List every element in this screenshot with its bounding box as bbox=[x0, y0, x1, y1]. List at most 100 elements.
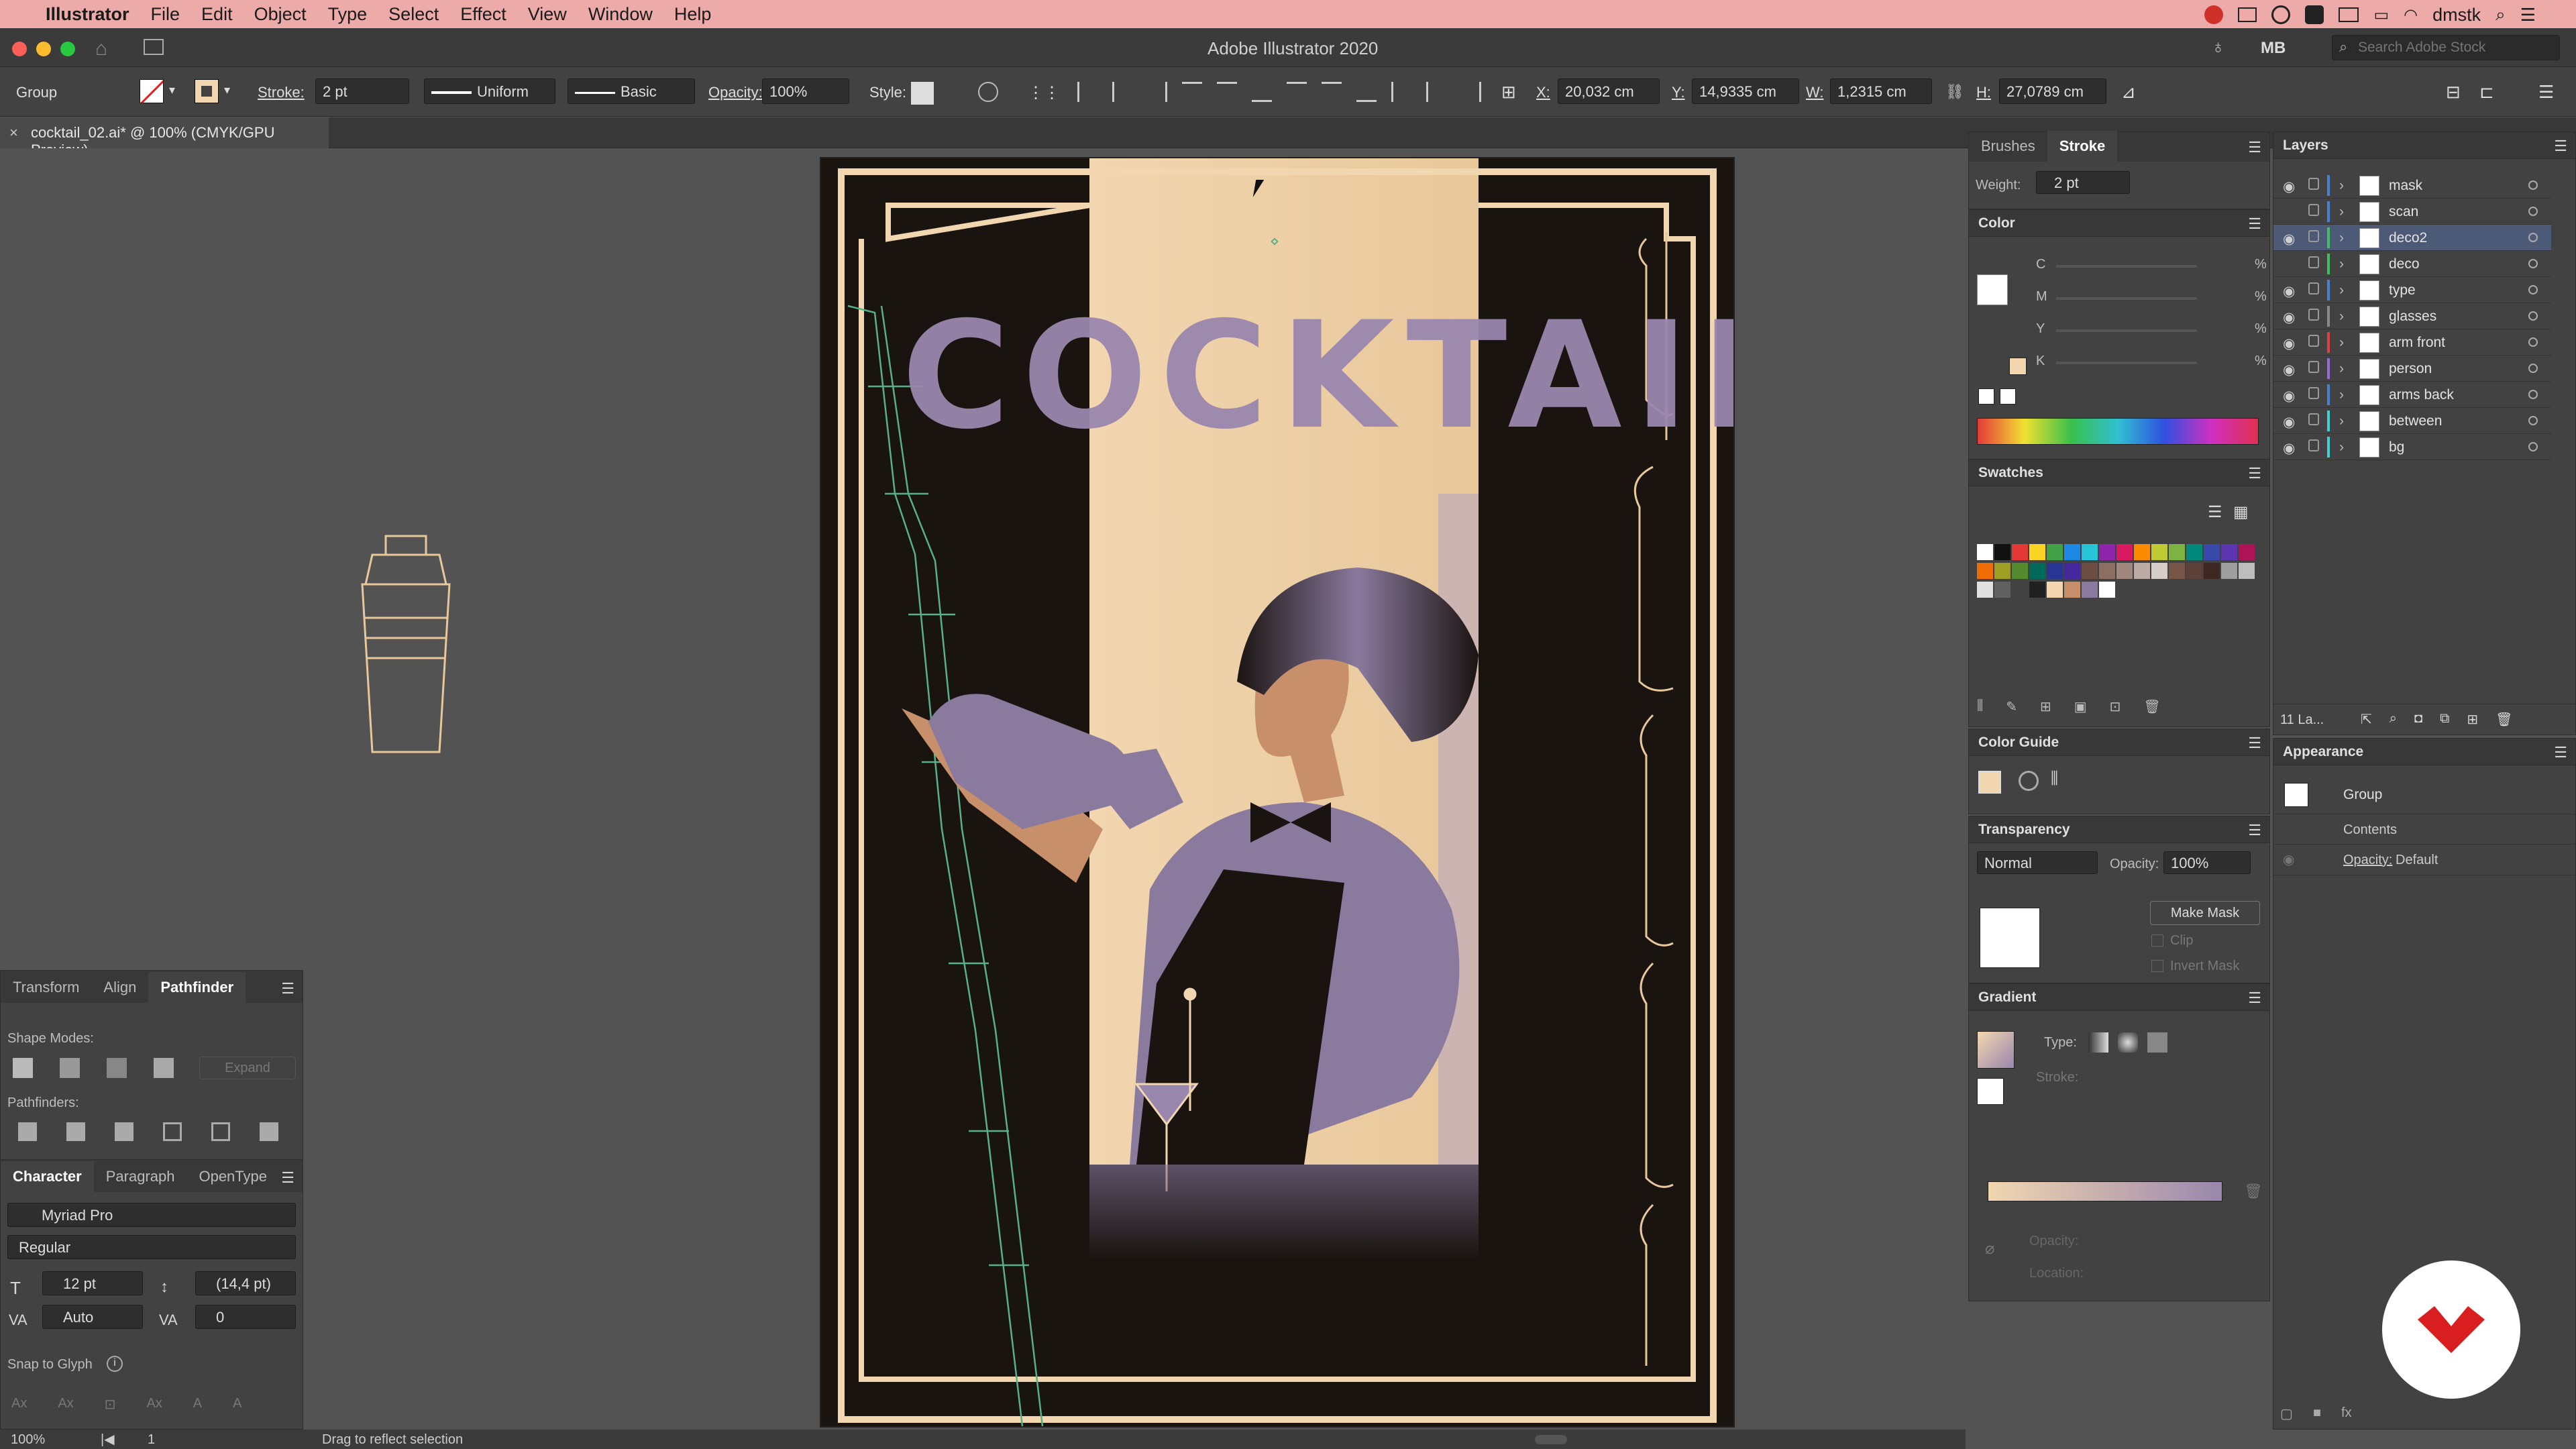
lock-icon[interactable] bbox=[2308, 178, 2319, 190]
swatch[interactable] bbox=[2169, 544, 2185, 560]
swatch[interactable] bbox=[2221, 563, 2237, 579]
lock-icon[interactable] bbox=[2308, 413, 2319, 425]
font-family-field[interactable]: Myriad Pro bbox=[7, 1203, 296, 1227]
stock-search-input[interactable] bbox=[2358, 38, 2553, 57]
snap-proximity-icon[interactable]: Ax bbox=[146, 1396, 162, 1413]
swatch[interactable] bbox=[2047, 544, 2063, 560]
tab-paragraph[interactable]: Paragraph bbox=[94, 1161, 187, 1192]
layer-row-bg[interactable]: ◉ › bg bbox=[2273, 434, 2551, 460]
close-window-icon[interactable] bbox=[12, 42, 27, 56]
layer-row-deco[interactable]: › deco bbox=[2273, 251, 2551, 277]
crop-icon[interactable] bbox=[163, 1122, 182, 1141]
swatch[interactable] bbox=[2082, 563, 2098, 579]
tab-brushes[interactable]: Brushes bbox=[1969, 131, 2047, 162]
swatch[interactable] bbox=[2064, 563, 2080, 579]
expand-arrow-icon[interactable]: › bbox=[2339, 309, 2344, 325]
expand-arrow-icon[interactable]: › bbox=[2339, 439, 2344, 455]
swatch[interactable] bbox=[2239, 563, 2255, 579]
workspace-switcher[interactable]: MB bbox=[2261, 39, 2286, 58]
radial-gradient-icon[interactable] bbox=[2118, 1032, 2138, 1053]
snap-xheight-icon[interactable]: Ax bbox=[58, 1396, 73, 1413]
swatch[interactable] bbox=[1994, 563, 2010, 579]
menu-file[interactable]: File bbox=[140, 4, 191, 25]
layer-row-type[interactable]: ◉ › type bbox=[2273, 277, 2551, 303]
eye-icon[interactable]: ◉ bbox=[2283, 231, 2300, 248]
target-icon[interactable] bbox=[2528, 233, 2538, 242]
align-right-icon[interactable] bbox=[1147, 82, 1167, 102]
swatch[interactable] bbox=[2064, 544, 2080, 560]
target-icon[interactable] bbox=[2528, 442, 2538, 451]
lock-icon[interactable] bbox=[2308, 282, 2319, 294]
tab-transform[interactable]: Transform bbox=[1, 972, 91, 1003]
eye-icon[interactable]: ◉ bbox=[2283, 388, 2300, 405]
swatch[interactable] bbox=[2116, 563, 2133, 579]
swatch[interactable] bbox=[2239, 544, 2255, 560]
target-icon[interactable] bbox=[2528, 337, 2538, 347]
layer-row-mask[interactable]: ◉ › mask bbox=[2273, 172, 2551, 199]
expand-arrow-icon[interactable]: › bbox=[2339, 204, 2344, 220]
trim-icon[interactable] bbox=[66, 1122, 85, 1141]
outline-icon[interactable] bbox=[211, 1122, 230, 1141]
align-top-icon[interactable] bbox=[1182, 82, 1202, 102]
layer-name[interactable]: person bbox=[2389, 361, 2432, 377]
lock-icon[interactable] bbox=[2308, 230, 2319, 242]
target-icon[interactable] bbox=[2528, 416, 2538, 425]
layer-name[interactable]: glasses bbox=[2389, 309, 2436, 325]
distribute-bottom-icon[interactable] bbox=[1356, 82, 1377, 102]
distribute-top-icon[interactable] bbox=[1287, 82, 1307, 102]
swatch[interactable] bbox=[2221, 544, 2237, 560]
stroke-swatch[interactable] bbox=[195, 79, 219, 103]
layer-name[interactable]: scan bbox=[2389, 204, 2418, 220]
layer-name[interactable]: arm front bbox=[2389, 335, 2445, 351]
lock-icon[interactable] bbox=[2308, 439, 2319, 451]
zoom-window-icon[interactable] bbox=[60, 42, 75, 56]
leading-field[interactable]: (14,4 pt) bbox=[195, 1271, 296, 1295]
distribute-middle-icon[interactable] bbox=[1322, 82, 1342, 102]
add-fill-icon[interactable]: ■ bbox=[2313, 1405, 2321, 1422]
lock-icon[interactable] bbox=[2308, 361, 2319, 373]
none-swatch[interactable] bbox=[1978, 388, 1994, 405]
add-effect-icon[interactable]: fx bbox=[2341, 1405, 2352, 1422]
swatch[interactable] bbox=[2099, 582, 2115, 598]
eye-icon[interactable]: ◉ bbox=[2283, 335, 2300, 352]
pasteboard-shaker-sketch[interactable] bbox=[349, 531, 463, 759]
isolate-group-icon[interactable]: ⊟ bbox=[2446, 82, 2461, 103]
control-menu-icon[interactable]: ☰ bbox=[2538, 82, 2554, 103]
intersect-icon[interactable] bbox=[107, 1058, 127, 1078]
k-slider[interactable] bbox=[2056, 362, 2197, 364]
w-field[interactable]: 1,2315 cm bbox=[1830, 78, 1932, 104]
character-menu-icon[interactable]: ☰ bbox=[281, 1169, 294, 1187]
x-field[interactable]: 20,032 cm bbox=[1558, 78, 1660, 104]
zoom-level[interactable]: 100% bbox=[11, 1432, 45, 1448]
tab-pathfinder[interactable]: Pathfinder bbox=[148, 972, 246, 1003]
clip-checkbox[interactable] bbox=[2151, 934, 2163, 947]
new-color-group-icon[interactable]: ▣ bbox=[2074, 698, 2087, 715]
menu-edit[interactable]: Edit bbox=[191, 4, 244, 25]
swatch[interactable] bbox=[2029, 544, 2045, 560]
constrain-proportions-icon[interactable]: ⛓ bbox=[1945, 83, 1964, 101]
brush-definition[interactable]: Basic bbox=[568, 78, 695, 104]
layer-name[interactable]: bg bbox=[2389, 439, 2404, 455]
snap-glyph-bounds-icon[interactable]: ⊡ bbox=[105, 1396, 116, 1413]
swatch[interactable] bbox=[2169, 563, 2185, 579]
lightbulb-icon[interactable]: ♁ bbox=[2211, 36, 2225, 58]
layer-name[interactable]: type bbox=[2389, 282, 2416, 299]
align-left-icon[interactable] bbox=[1077, 82, 1097, 102]
layer-name[interactable]: deco bbox=[2389, 256, 2420, 272]
swatch[interactable] bbox=[1994, 544, 2010, 560]
make-clipping-mask-icon[interactable]: ◘ bbox=[2414, 711, 2422, 728]
layer-row-glasses[interactable]: ◉ › glasses bbox=[2273, 303, 2551, 329]
swatch-libraries-icon[interactable]: ⫼ bbox=[1977, 698, 1983, 715]
cc-icon[interactable] bbox=[2271, 5, 2291, 24]
swatch[interactable] bbox=[2012, 544, 2028, 560]
delete-swatch-icon[interactable]: 🗑 bbox=[2143, 698, 2160, 715]
home-icon[interactable]: ⌂ bbox=[95, 38, 107, 60]
collect-export-icon[interactable]: ⇱ bbox=[2361, 711, 2372, 728]
creative-cloud-icon[interactable] bbox=[2204, 5, 2224, 24]
swatch[interactable] bbox=[2012, 582, 2028, 598]
swatches-menu-icon[interactable]: ☰ bbox=[2248, 465, 2261, 482]
swatch[interactable] bbox=[2029, 582, 2045, 598]
menu-app[interactable]: Illustrator bbox=[35, 4, 140, 25]
snap-baseline-icon[interactable]: Ax bbox=[11, 1396, 27, 1413]
swatch[interactable] bbox=[1977, 582, 1993, 598]
